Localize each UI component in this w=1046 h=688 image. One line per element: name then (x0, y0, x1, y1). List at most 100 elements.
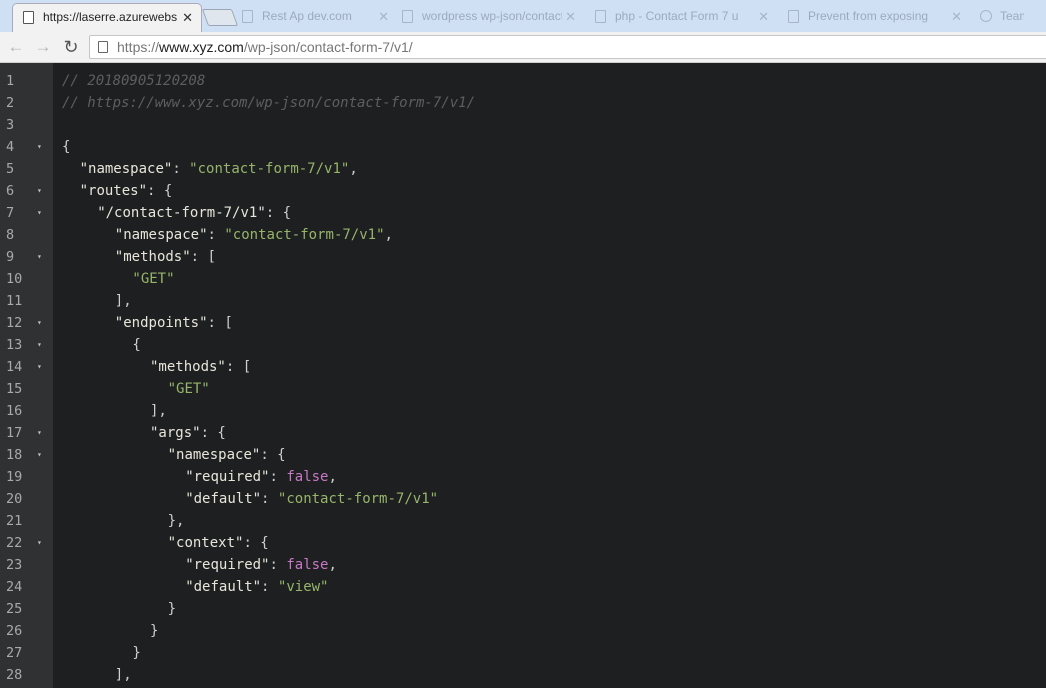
fold-toggle-icon[interactable]: ▾ (37, 180, 42, 202)
url-scheme: https:// (117, 39, 160, 55)
tab-title: https://laserre.azurewebs (43, 10, 178, 24)
code-line: 13 ▾ { (0, 334, 1046, 356)
code-line: 28], (0, 664, 1046, 686)
code-line: 4 ▾ { (0, 136, 1046, 158)
key-token: "/contact-form-7/v1" (97, 205, 266, 221)
code-line: 23 "required": false, (0, 554, 1046, 576)
line-number: 19 (6, 469, 23, 485)
boolean-token: false (286, 557, 329, 573)
key-token: "endpoints" (114, 315, 208, 331)
code-text: }, (168, 510, 185, 532)
punctuation-token: , (328, 469, 337, 485)
page-icon (23, 11, 34, 24)
key-token: "args" (150, 425, 201, 441)
tab-title: wordpress wp-json/contact (422, 9, 562, 23)
close-tab-icon[interactable]: ✕ (951, 3, 962, 30)
code-text: } (168, 598, 176, 620)
address-bar[interactable]: https://www.xyz.com/wp-json/contact-form… (89, 35, 1046, 59)
fold-toggle-icon[interactable]: ▾ (37, 136, 42, 158)
code-text: } (132, 642, 140, 664)
code-line: 9 ▾ "methods": [ (0, 246, 1046, 268)
code-text: "endpoints": [ (115, 312, 233, 334)
tab-strip: https://laserre.azurewebs ✕ Rest Ap dev.… (0, 0, 1046, 32)
key-token: "namespace" (167, 447, 261, 463)
code-text: ], (115, 664, 132, 686)
code-text: "default": "view" (185, 576, 328, 598)
code-line: 14 ▾ "methods": [ (0, 356, 1046, 378)
fold-toggle-icon[interactable]: ▾ (37, 444, 42, 466)
code-line: 10 "GET" (0, 268, 1046, 290)
line-number: 22 (6, 535, 23, 551)
string-token: "contact-form-7/v1" (189, 161, 350, 177)
punctuation-token: { (132, 337, 141, 353)
fold-toggle-icon[interactable]: ▾ (37, 356, 42, 378)
page-icon (402, 10, 413, 23)
fold-toggle-icon[interactable]: ▾ (37, 246, 42, 268)
punctuation-token: { (62, 139, 71, 155)
close-tab-icon[interactable]: ✕ (758, 3, 769, 30)
page-icon (788, 10, 799, 23)
line-number: 10 (6, 271, 23, 287)
comment-token: // 20180905120208 (62, 73, 206, 89)
browser-toolbar: ← → ↻ https://www.xyz.com/wp-json/contac… (0, 32, 1046, 63)
punctuation-token: : (269, 469, 287, 485)
fold-toggle-icon[interactable]: ▾ (37, 532, 42, 554)
punctuation-token: : [ (207, 315, 233, 331)
close-tab-icon[interactable]: ✕ (565, 3, 576, 30)
code-line: 5 "namespace": "contact-form-7/v1", (0, 158, 1046, 180)
code-text: ], (115, 290, 132, 312)
tab-inactive[interactable]: wordpress wp-json/contact ✕ (392, 3, 584, 32)
tab-inactive[interactable]: Prevent from exposing ✕ (778, 3, 970, 32)
globe-icon (980, 10, 992, 22)
code-text: "args": { (150, 422, 226, 444)
code-line: 17 ▾ "args": { (0, 422, 1046, 444)
tab-inactive[interactable]: Team (970, 3, 1046, 32)
code-line: 18 ▾ "namespace": { (0, 444, 1046, 466)
key-token: "methods" (150, 359, 226, 375)
string-token: "contact-form-7/v1" (277, 491, 439, 507)
line-number: 27 (6, 645, 23, 661)
close-tab-icon[interactable]: ✕ (378, 3, 389, 30)
line-number: 18 (6, 447, 23, 463)
close-tab-icon[interactable]: ✕ (182, 4, 193, 31)
code-text: "context": { (168, 532, 269, 554)
line-number: 20 (6, 491, 23, 507)
fold-toggle-icon[interactable]: ▾ (37, 334, 42, 356)
fold-toggle-icon[interactable]: ▾ (37, 422, 42, 444)
line-number: 25 (6, 601, 23, 617)
punctuation-token: ], (114, 293, 132, 309)
punctuation-token: : { (260, 447, 286, 463)
punctuation-token: : { (265, 205, 292, 221)
code-line: 11], (0, 290, 1046, 312)
line-number: 6 (6, 183, 15, 199)
punctuation-token: }, (167, 513, 185, 529)
tab-title: php - Contact Form 7 u (615, 9, 739, 23)
key-token: "default" (185, 491, 262, 507)
fold-toggle-icon[interactable]: ▾ (37, 312, 42, 334)
forward-arrow-icon[interactable]: → (32, 36, 54, 58)
code-text: "default": "contact-form-7/v1" (185, 488, 438, 510)
tab-active[interactable]: https://laserre.azurewebs ✕ (12, 3, 202, 32)
punctuation-token: : { (200, 425, 226, 441)
line-number: 12 (6, 315, 23, 331)
line-number: 14 (6, 359, 23, 375)
punctuation-token: : (261, 491, 278, 507)
tab-inactive[interactable]: Rest Ap dev.com ✕ (232, 3, 397, 32)
line-number: 26 (6, 623, 23, 639)
back-arrow-icon[interactable]: ← (5, 36, 27, 58)
code-line: 1 // 20180905120208 (0, 70, 1046, 92)
code-line: 15 "GET" (0, 378, 1046, 400)
line-number: 15 (6, 381, 23, 397)
page-info-icon[interactable] (98, 41, 108, 53)
punctuation-token: ], (114, 667, 132, 683)
code-text: "required": false, (185, 466, 337, 488)
url-text[interactable]: https://www.xyz.com/wp-json/contact-form… (117, 36, 413, 58)
line-number: 8 (6, 227, 15, 243)
key-token: "routes" (79, 183, 148, 199)
tab-inactive[interactable]: php - Contact Form 7 u ✕ (585, 3, 777, 32)
url-host: www.xyz.com (159, 39, 244, 55)
reload-icon[interactable]: ↻ (60, 36, 82, 58)
json-viewer: 1 // 20180905120208 2 // https://www.xyz.co… (0, 63, 1046, 688)
fold-toggle-icon[interactable]: ▾ (37, 202, 42, 224)
code-line: 27} (0, 642, 1046, 664)
